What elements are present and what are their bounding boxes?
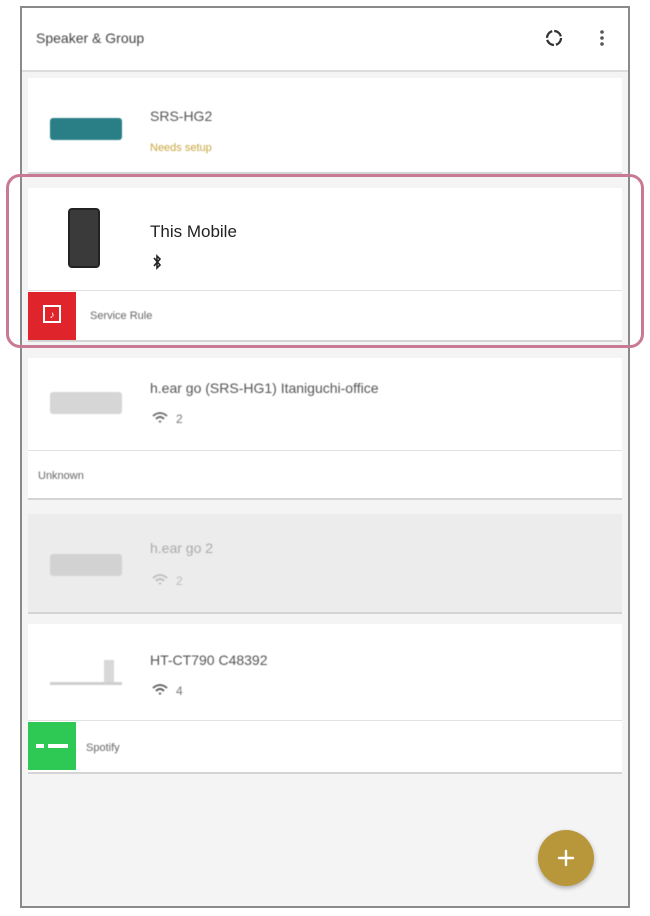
device-name: HT-CT790 C48392 — [150, 652, 268, 668]
wifi-icon — [152, 684, 168, 703]
speaker-count: 2 — [176, 574, 183, 588]
wifi-icon — [152, 574, 168, 593]
bluetooth-icon — [152, 254, 162, 275]
device-card-srs-hg2[interactable]: SRS-HG2 Needs setup — [28, 78, 622, 174]
device-card-this-mobile[interactable]: This Mobile ♪ Service Rule — [28, 188, 622, 342]
source-label: Spotify — [86, 742, 120, 754]
speaker-thumbnail — [50, 392, 122, 414]
service-icon: ♪ — [28, 292, 76, 340]
speaker-count: 4 — [176, 684, 183, 698]
speaker-count: 2 — [176, 412, 183, 426]
device-card-hear-go-2[interactable]: h.ear go 2 2 — [28, 514, 622, 614]
device-name: SRS-HG2 — [150, 108, 213, 124]
speaker-thumbnail — [50, 554, 122, 576]
page-title: Speaker & Group — [36, 30, 145, 46]
device-card-ht-ct790[interactable]: HT-CT790 C48392 4 Spotify — [28, 624, 622, 774]
device-name: h.ear go 2 — [150, 540, 214, 556]
spotify-icon — [28, 722, 76, 770]
device-status: Needs setup — [150, 142, 212, 154]
device-name: h.ear go (SRS-HG1) Itaniguchi-office — [150, 380, 379, 396]
more-vert-icon[interactable] — [588, 24, 616, 52]
wifi-icon — [152, 412, 168, 431]
soundbar-thumbnail — [50, 654, 122, 688]
phone-thumbnail — [68, 208, 100, 268]
source-label: Service Rule — [90, 310, 153, 322]
speaker-thumbnail — [50, 118, 122, 140]
app-frame: Speaker & Group SRS-HG2 Needs setup This… — [20, 6, 630, 908]
source-label: Unknown — [38, 470, 84, 482]
device-name: This Mobile — [150, 222, 237, 241]
refresh-icon[interactable] — [540, 24, 568, 52]
add-button[interactable] — [538, 830, 594, 886]
app-bar: Speaker & Group — [22, 8, 628, 72]
plus-icon — [557, 849, 575, 867]
device-card-hear-go-office[interactable]: h.ear go (SRS-HG1) Itaniguchi-office 2 U… — [28, 358, 622, 500]
svg-text:♪: ♪ — [50, 310, 55, 321]
